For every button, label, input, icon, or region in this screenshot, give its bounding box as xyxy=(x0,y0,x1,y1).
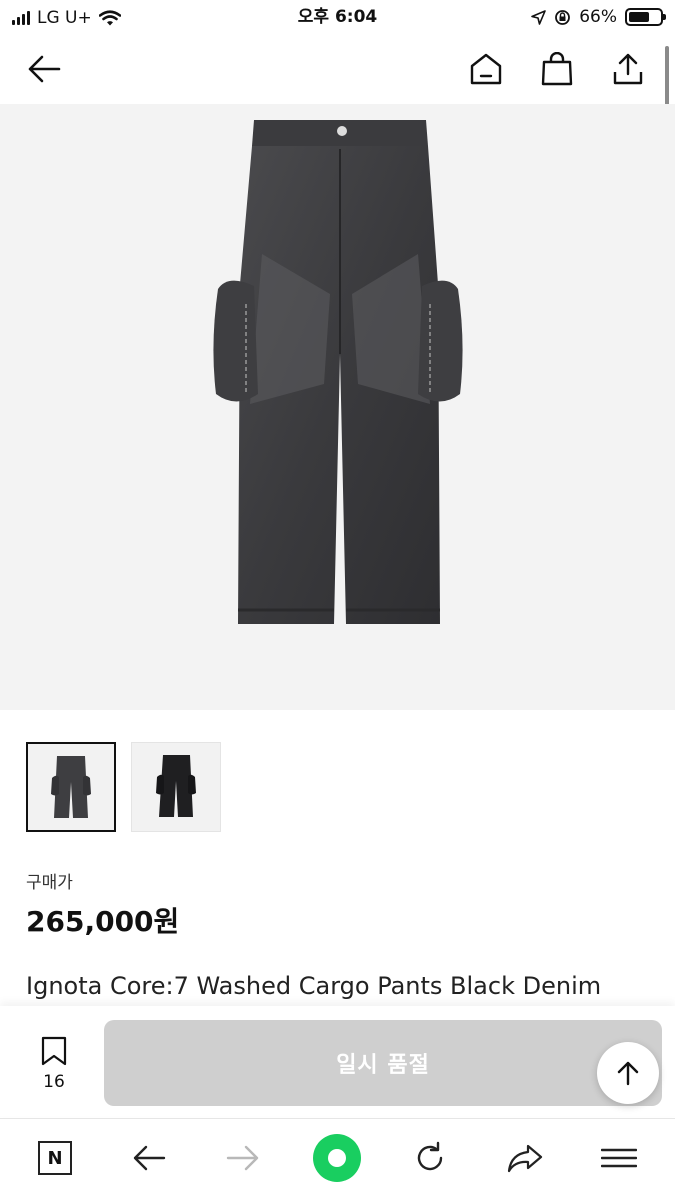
naver-n-icon: N xyxy=(38,1141,72,1175)
home-button[interactable] xyxy=(466,49,506,89)
price-label: 구매가 xyxy=(26,873,73,893)
refresh-button[interactable] xyxy=(407,1135,453,1181)
browser-share-button[interactable] xyxy=(502,1135,548,1181)
browser-back-button[interactable] xyxy=(126,1135,172,1181)
thumbnail-pants-image xyxy=(51,756,91,818)
battery-icon xyxy=(625,8,666,26)
battery-fill xyxy=(629,12,649,22)
thumbnail-2[interactable] xyxy=(131,742,221,832)
back-arrow-icon xyxy=(28,55,61,83)
scroll-top-button[interactable] xyxy=(597,1042,659,1104)
thumbnail-pants-image xyxy=(156,755,196,817)
bookmark-button[interactable]: 16 xyxy=(30,1036,78,1096)
forward-icon xyxy=(226,1145,259,1171)
share-button[interactable] xyxy=(608,49,648,89)
status-right: 66% xyxy=(531,7,666,27)
scroll-indicator xyxy=(665,46,669,106)
product-name: Ignota Core:7 Washed Cargo Pants Black D… xyxy=(26,972,602,1000)
back-icon xyxy=(133,1145,166,1171)
location-arrow-icon xyxy=(531,9,547,25)
menu-button[interactable] xyxy=(596,1135,642,1181)
green-home-button[interactable] xyxy=(312,1133,362,1183)
status-bar: LG U+ 오후 6:04 66% xyxy=(0,0,675,36)
browser-forward-button[interactable] xyxy=(220,1135,266,1181)
refresh-icon xyxy=(417,1141,443,1171)
back-button[interactable] xyxy=(24,49,64,89)
purchase-action-bar: 16 일시 품절 xyxy=(0,1006,675,1116)
cargo-pants-image xyxy=(213,120,463,624)
app-header xyxy=(0,36,675,104)
rotation-lock-icon xyxy=(555,9,571,25)
product-image[interactable] xyxy=(0,104,675,710)
share-icon xyxy=(613,53,643,85)
price-value: 265,000원 xyxy=(26,905,180,938)
shopping-bag-icon xyxy=(541,52,573,86)
thumbnail-1[interactable] xyxy=(26,742,116,832)
menu-icon xyxy=(601,1148,637,1168)
naver-button[interactable]: N xyxy=(32,1135,78,1181)
battery-percent: 66% xyxy=(579,7,617,27)
home-icon xyxy=(470,53,502,85)
bookmark-count: 16 xyxy=(43,1072,65,1092)
browser-toolbar: N xyxy=(0,1118,675,1200)
arrow-up-icon xyxy=(617,1061,639,1086)
share-arrow-icon xyxy=(507,1144,543,1173)
soldout-button[interactable]: 일시 품절 xyxy=(104,1020,662,1106)
bookmark-icon xyxy=(41,1036,67,1066)
cart-button[interactable] xyxy=(537,49,577,89)
green-home-icon xyxy=(313,1134,361,1182)
